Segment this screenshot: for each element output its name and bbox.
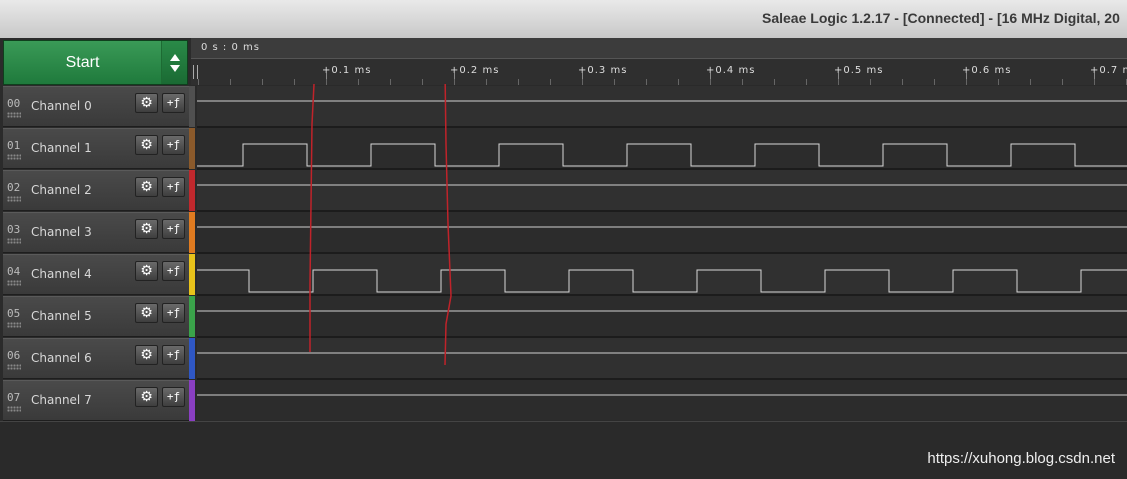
gear-icon[interactable]: ⚙ <box>135 261 158 281</box>
channel-number: 00 <box>7 97 21 110</box>
gear-icon[interactable]: ⚙ <box>135 345 158 365</box>
drag-grip-icon[interactable] <box>7 322 21 328</box>
waveform-area[interactable] <box>197 84 1127 420</box>
arrow-down-icon <box>169 64 180 72</box>
drag-grip-icon[interactable] <box>7 112 21 118</box>
channel-name[interactable]: Channel 2 <box>31 183 92 197</box>
channel-name[interactable]: Channel 7 <box>31 393 92 407</box>
channel-row[interactable]: 03 Channel 3 ⚙ +ƒ <box>3 212 191 253</box>
start-control: Start <box>3 40 188 85</box>
up-down-arrows-icon[interactable] <box>162 41 187 84</box>
channel-color-bar <box>189 212 195 253</box>
channel-color-bar <box>189 170 195 211</box>
channel-row[interactable]: 05 Channel 5 ⚙ +ƒ <box>3 296 191 337</box>
channel-row[interactable]: 06 Channel 6 ⚙ +ƒ <box>3 338 191 379</box>
drag-grip-icon[interactable] <box>7 280 21 286</box>
drag-grip-icon[interactable] <box>7 238 21 244</box>
channel-row[interactable]: 02 Channel 2 ⚙ +ƒ <box>3 170 191 211</box>
watermark: https://xuhong.blog.csdn.net <box>927 450 1115 467</box>
channel-row[interactable]: 01 Channel 1 ⚙ +ƒ <box>3 128 191 169</box>
channel-number: 04 <box>7 265 21 278</box>
channel-color-bar <box>189 86 195 127</box>
channel-row[interactable]: 00 Channel 0 ⚙ +ƒ <box>3 86 191 127</box>
timeline-header: 0 s : 0 ms +0.1 ms +0.2 ms +0.3 ms +0.4 ms +… <box>191 38 1127 85</box>
channel-number: 01 <box>7 139 21 152</box>
channel-lane <box>197 380 1127 420</box>
gear-icon[interactable]: ⚙ <box>135 303 158 323</box>
channel-name[interactable]: Channel 1 <box>31 141 92 155</box>
trigger-icon[interactable]: +ƒ <box>162 345 185 365</box>
channel-lane <box>197 338 1127 378</box>
gear-icon[interactable]: ⚙ <box>135 93 158 113</box>
channel-row[interactable]: 04 Channel 4 ⚙ +ƒ <box>3 254 191 295</box>
channel-color-bar <box>189 296 195 337</box>
channel-name[interactable]: Channel 6 <box>31 351 92 365</box>
status-area: https://xuhong.blog.csdn.net <box>0 421 1127 479</box>
drag-grip-icon[interactable] <box>7 154 21 160</box>
channel-name[interactable]: Channel 5 <box>31 309 92 323</box>
trigger-icon[interactable]: +ƒ <box>162 93 185 113</box>
trigger-icon[interactable]: +ƒ <box>162 387 185 407</box>
trigger-icon[interactable]: +ƒ <box>162 219 185 239</box>
gear-icon[interactable]: ⚙ <box>135 387 158 407</box>
drag-grip-icon[interactable] <box>7 364 21 370</box>
time-origin-label: 0 s : 0 ms <box>201 42 260 53</box>
channel-color-bar <box>189 380 195 421</box>
channel-lane <box>197 296 1127 336</box>
channel-name[interactable]: Channel 0 <box>31 99 92 113</box>
channel-number: 02 <box>7 181 21 194</box>
channel-number: 06 <box>7 349 21 362</box>
channel-lane <box>197 128 1127 168</box>
channel-color-bar <box>189 338 195 379</box>
ruler-handle[interactable] <box>193 65 198 79</box>
channel-row[interactable]: 07 Channel 7 ⚙ +ƒ <box>3 380 191 421</box>
channel-name[interactable]: Channel 3 <box>31 225 92 239</box>
time-tick-label: +0.2 ms <box>450 65 500 76</box>
channel-color-bar <box>189 128 195 169</box>
channel-lane <box>197 170 1127 210</box>
channel-lane <box>197 212 1127 252</box>
drag-grip-icon[interactable] <box>7 406 21 412</box>
time-tick-label: +0.3 ms <box>578 65 628 76</box>
arrow-up-icon <box>169 53 180 61</box>
channel-number: 07 <box>7 391 21 404</box>
time-tick-label: +0.4 ms <box>706 65 756 76</box>
time-tick-label: +0.5 ms <box>834 65 884 76</box>
channel-name[interactable]: Channel 4 <box>31 267 92 281</box>
gear-icon[interactable]: ⚙ <box>135 177 158 197</box>
trigger-icon[interactable]: +ƒ <box>162 261 185 281</box>
channel-number: 03 <box>7 223 21 236</box>
channel-color-bar <box>189 254 195 295</box>
channel-lane <box>197 86 1127 126</box>
time-ruler[interactable]: +0.1 ms +0.2 ms +0.3 ms +0.4 ms +0.5 ms +0.6 … <box>191 58 1127 85</box>
gear-icon[interactable]: ⚙ <box>135 135 158 155</box>
trigger-icon[interactable]: +ƒ <box>162 135 185 155</box>
window-title: Saleae Logic 1.2.17 - [Connected] - [16 … <box>762 10 1120 26</box>
channel-lane <box>197 254 1127 294</box>
window-titlebar: Saleae Logic 1.2.17 - [Connected] - [16 … <box>0 0 1127 39</box>
channel-number: 05 <box>7 307 21 320</box>
time-tick-label: +0.1 ms <box>322 65 372 76</box>
trigger-icon[interactable]: +ƒ <box>162 177 185 197</box>
time-tick-label: +0.7 m <box>1090 65 1127 76</box>
start-button[interactable]: Start <box>4 41 161 84</box>
trigger-icon[interactable]: +ƒ <box>162 303 185 323</box>
gear-icon[interactable]: ⚙ <box>135 219 158 239</box>
drag-grip-icon[interactable] <box>7 196 21 202</box>
time-tick-label: +0.6 ms <box>962 65 1012 76</box>
